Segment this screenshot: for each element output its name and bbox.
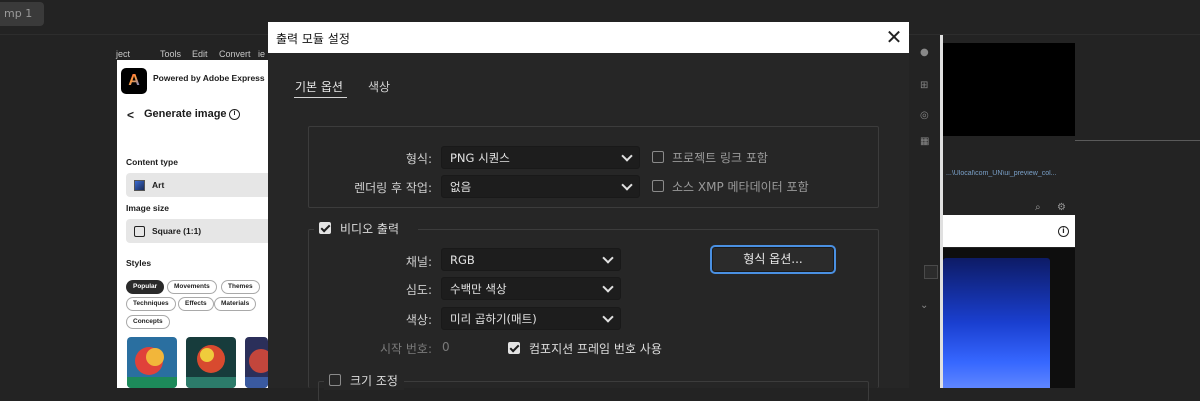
format-options-button[interactable]: 형식 옵션... bbox=[710, 245, 836, 274]
close-icon[interactable]: ✕ bbox=[882, 26, 906, 48]
adobe-express-panel: A Powered by Adobe Express < Generate im… bbox=[117, 60, 268, 388]
style-chip-effects[interactable]: Effects bbox=[178, 297, 214, 311]
art-icon bbox=[134, 179, 145, 191]
info-icon[interactable]: i bbox=[229, 109, 240, 120]
chevron-down-icon bbox=[621, 179, 633, 191]
include-project-link-checkbox[interactable] bbox=[652, 151, 664, 163]
channels-value: RGB bbox=[450, 252, 475, 267]
style-chip-techniques[interactable]: Techniques bbox=[126, 297, 176, 311]
start-number-value: 0 bbox=[442, 340, 450, 354]
menu-item-convert[interactable]: Convert bbox=[219, 49, 251, 59]
use-comp-frame-label: 컴포지션 프레임 번호 사용 bbox=[529, 342, 662, 356]
image-size-label: Image size bbox=[126, 203, 169, 213]
image-size-value: Square (1:1) bbox=[152, 226, 202, 236]
style-chip-movements[interactable]: Movements bbox=[167, 280, 217, 294]
panel-arrow-icon[interactable]: ⌄ bbox=[920, 300, 928, 311]
menu-item-truncated[interactable]: ie bbox=[258, 49, 265, 59]
menu-item-edit[interactable]: Edit bbox=[192, 49, 208, 59]
style-thumbnail-3[interactable] bbox=[245, 337, 268, 388]
channels-label: 채널: bbox=[405, 255, 432, 269]
post-render-value: 없음 bbox=[450, 179, 472, 194]
document-tab[interactable]: mp 1 bbox=[0, 2, 44, 26]
panel-tool-icon[interactable]: ⊞ bbox=[920, 80, 928, 91]
panel-title: Generate image bbox=[144, 108, 227, 120]
use-comp-frame-checkbox[interactable] bbox=[508, 342, 520, 354]
back-chevron-icon[interactable]: < bbox=[127, 108, 134, 122]
color-label: 색상: bbox=[405, 313, 432, 327]
include-project-link-label: 프로젝트 링크 포함 bbox=[672, 151, 768, 165]
menu-item-project[interactable]: ject bbox=[116, 49, 130, 59]
adobe-express-logo: A bbox=[121, 68, 147, 94]
styles-label: Styles bbox=[126, 258, 152, 268]
post-render-label: 렌더링 후 작업: bbox=[354, 181, 432, 195]
resize-checkbox[interactable] bbox=[329, 374, 341, 386]
style-chip-popular[interactable]: Popular bbox=[126, 280, 165, 294]
panel-divider bbox=[1075, 140, 1200, 141]
tab-basic-options[interactable]: 기본 옵션 bbox=[295, 78, 343, 95]
panel-resize-handle[interactable] bbox=[940, 35, 943, 388]
style-chip-concepts[interactable]: Concepts bbox=[126, 315, 170, 329]
format-dropdown[interactable]: PNG 시퀀스 bbox=[441, 146, 640, 169]
chevron-down-icon bbox=[602, 311, 614, 323]
image-size-select[interactable]: Square (1:1) bbox=[126, 219, 268, 243]
preview-pane bbox=[943, 43, 1075, 136]
depth-dropdown[interactable]: 수백만 색상 bbox=[441, 277, 621, 300]
start-number-label: 시작 번호: bbox=[379, 342, 432, 356]
content-type-value: Art bbox=[152, 180, 165, 190]
style-chip-themes[interactable]: Themes bbox=[221, 280, 260, 294]
color-value: 미리 곱하기(매트) bbox=[450, 311, 537, 326]
video-output-label: 비디오 출력 bbox=[340, 222, 400, 236]
settings-icon[interactable]: ⚙ bbox=[1057, 202, 1066, 213]
dialog-titlebar bbox=[268, 22, 909, 53]
style-chip-materials[interactable]: Materials bbox=[214, 297, 257, 311]
channels-dropdown[interactable]: RGB bbox=[441, 248, 621, 271]
preview-info-icon[interactable]: i bbox=[1058, 226, 1069, 237]
color-dropdown[interactable]: 미리 곱하기(매트) bbox=[441, 307, 621, 330]
brand-text: Powered by Adobe Express bbox=[153, 73, 265, 83]
resize-label: 크기 조정 bbox=[350, 374, 398, 388]
panel-globe-icon[interactable]: ◎ bbox=[920, 110, 929, 121]
chevron-down-icon bbox=[621, 150, 633, 162]
content-type-select[interactable]: Art bbox=[126, 173, 268, 197]
chevron-down-icon bbox=[602, 281, 614, 293]
post-render-dropdown[interactable]: 없음 bbox=[441, 175, 640, 198]
tab-color[interactable]: 색상 bbox=[368, 78, 390, 95]
format-value: PNG 시퀀스 bbox=[450, 150, 510, 165]
preview-image bbox=[943, 258, 1050, 388]
output-module-settings-dialog: 출력 모듈 설정 ✕ 기본 옵션 색상 형식: PNG 시퀀스 프로젝트 링크 … bbox=[268, 22, 909, 401]
style-thumbnail-2[interactable] bbox=[186, 337, 236, 388]
chevron-down-icon bbox=[602, 252, 614, 264]
preview-caption: ...\Ulocal\com_UN\ui_preview_col... bbox=[946, 170, 1057, 177]
content-type-label: Content type bbox=[126, 157, 178, 167]
active-tab-indicator bbox=[294, 97, 347, 98]
preview-header-bar bbox=[943, 215, 1075, 247]
include-xmp-checkbox[interactable] bbox=[652, 180, 664, 192]
depth-label: 심도: bbox=[405, 283, 432, 297]
panel-avatar-icon[interactable]: ● bbox=[920, 47, 929, 58]
format-label: 형식: bbox=[405, 152, 432, 166]
panel-small-toggle[interactable] bbox=[924, 265, 938, 279]
panel-grid-icon[interactable]: ▦ bbox=[920, 136, 929, 147]
depth-value: 수백만 색상 bbox=[450, 281, 507, 296]
square-icon bbox=[134, 225, 145, 237]
search-icon[interactable]: ⌕ bbox=[1035, 202, 1041, 213]
dialog-title: 출력 모듈 설정 bbox=[276, 32, 350, 46]
include-xmp-label: 소스 XMP 메타데이터 포함 bbox=[672, 180, 809, 194]
menu-item-tools[interactable]: Tools bbox=[160, 49, 181, 59]
style-thumbnail-1[interactable] bbox=[127, 337, 177, 388]
video-output-checkbox[interactable] bbox=[319, 222, 331, 234]
